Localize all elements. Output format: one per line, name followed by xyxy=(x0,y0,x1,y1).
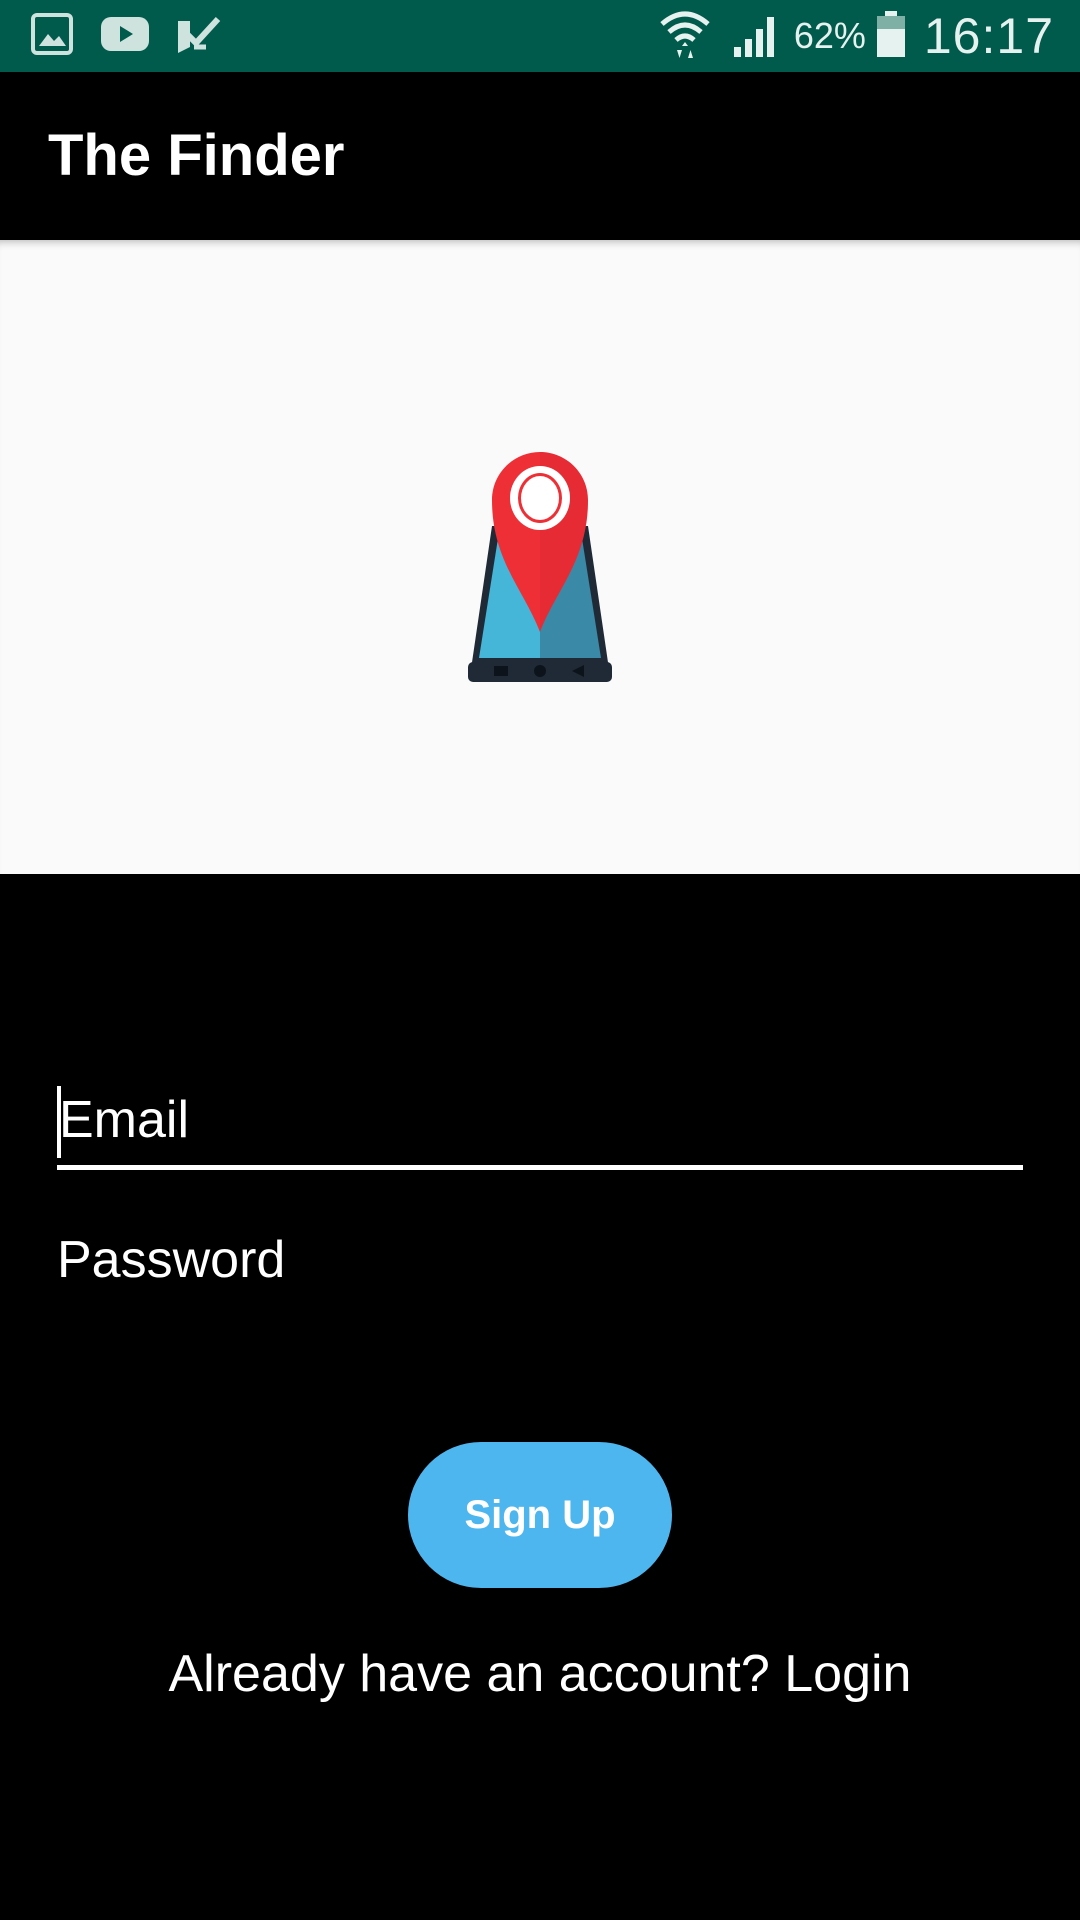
email-placeholder: Email xyxy=(59,1091,190,1149)
battery-percent: 62% xyxy=(793,15,866,56)
status-bar: 62% 16:17 xyxy=(0,0,1080,72)
status-system: 62% 16:17 xyxy=(658,0,1054,72)
password-field[interactable]: Password xyxy=(57,1220,1023,1310)
signup-form: Email Password Sign Up Already have an a… xyxy=(0,874,1080,1920)
password-placeholder: Password xyxy=(57,1231,286,1289)
app-title: The Finder xyxy=(48,123,345,188)
app-bar: The Finder xyxy=(0,72,1080,240)
youtube-icon xyxy=(100,14,150,59)
wifi-icon xyxy=(658,8,712,65)
hero-banner xyxy=(0,240,1080,874)
battery-icon xyxy=(876,9,906,64)
signal-icon xyxy=(732,9,782,64)
location-pin-on-phone-icon xyxy=(468,452,612,682)
status-notifications xyxy=(30,12,248,60)
login-link[interactable]: Already have an account? Login xyxy=(0,1644,1080,1704)
clock: 16:17 xyxy=(923,8,1054,64)
checkmark-notification-icon xyxy=(176,13,222,60)
signup-button[interactable]: Sign Up xyxy=(408,1442,672,1588)
email-field[interactable]: Email xyxy=(57,1074,1023,1170)
gallery-icon xyxy=(30,12,74,61)
